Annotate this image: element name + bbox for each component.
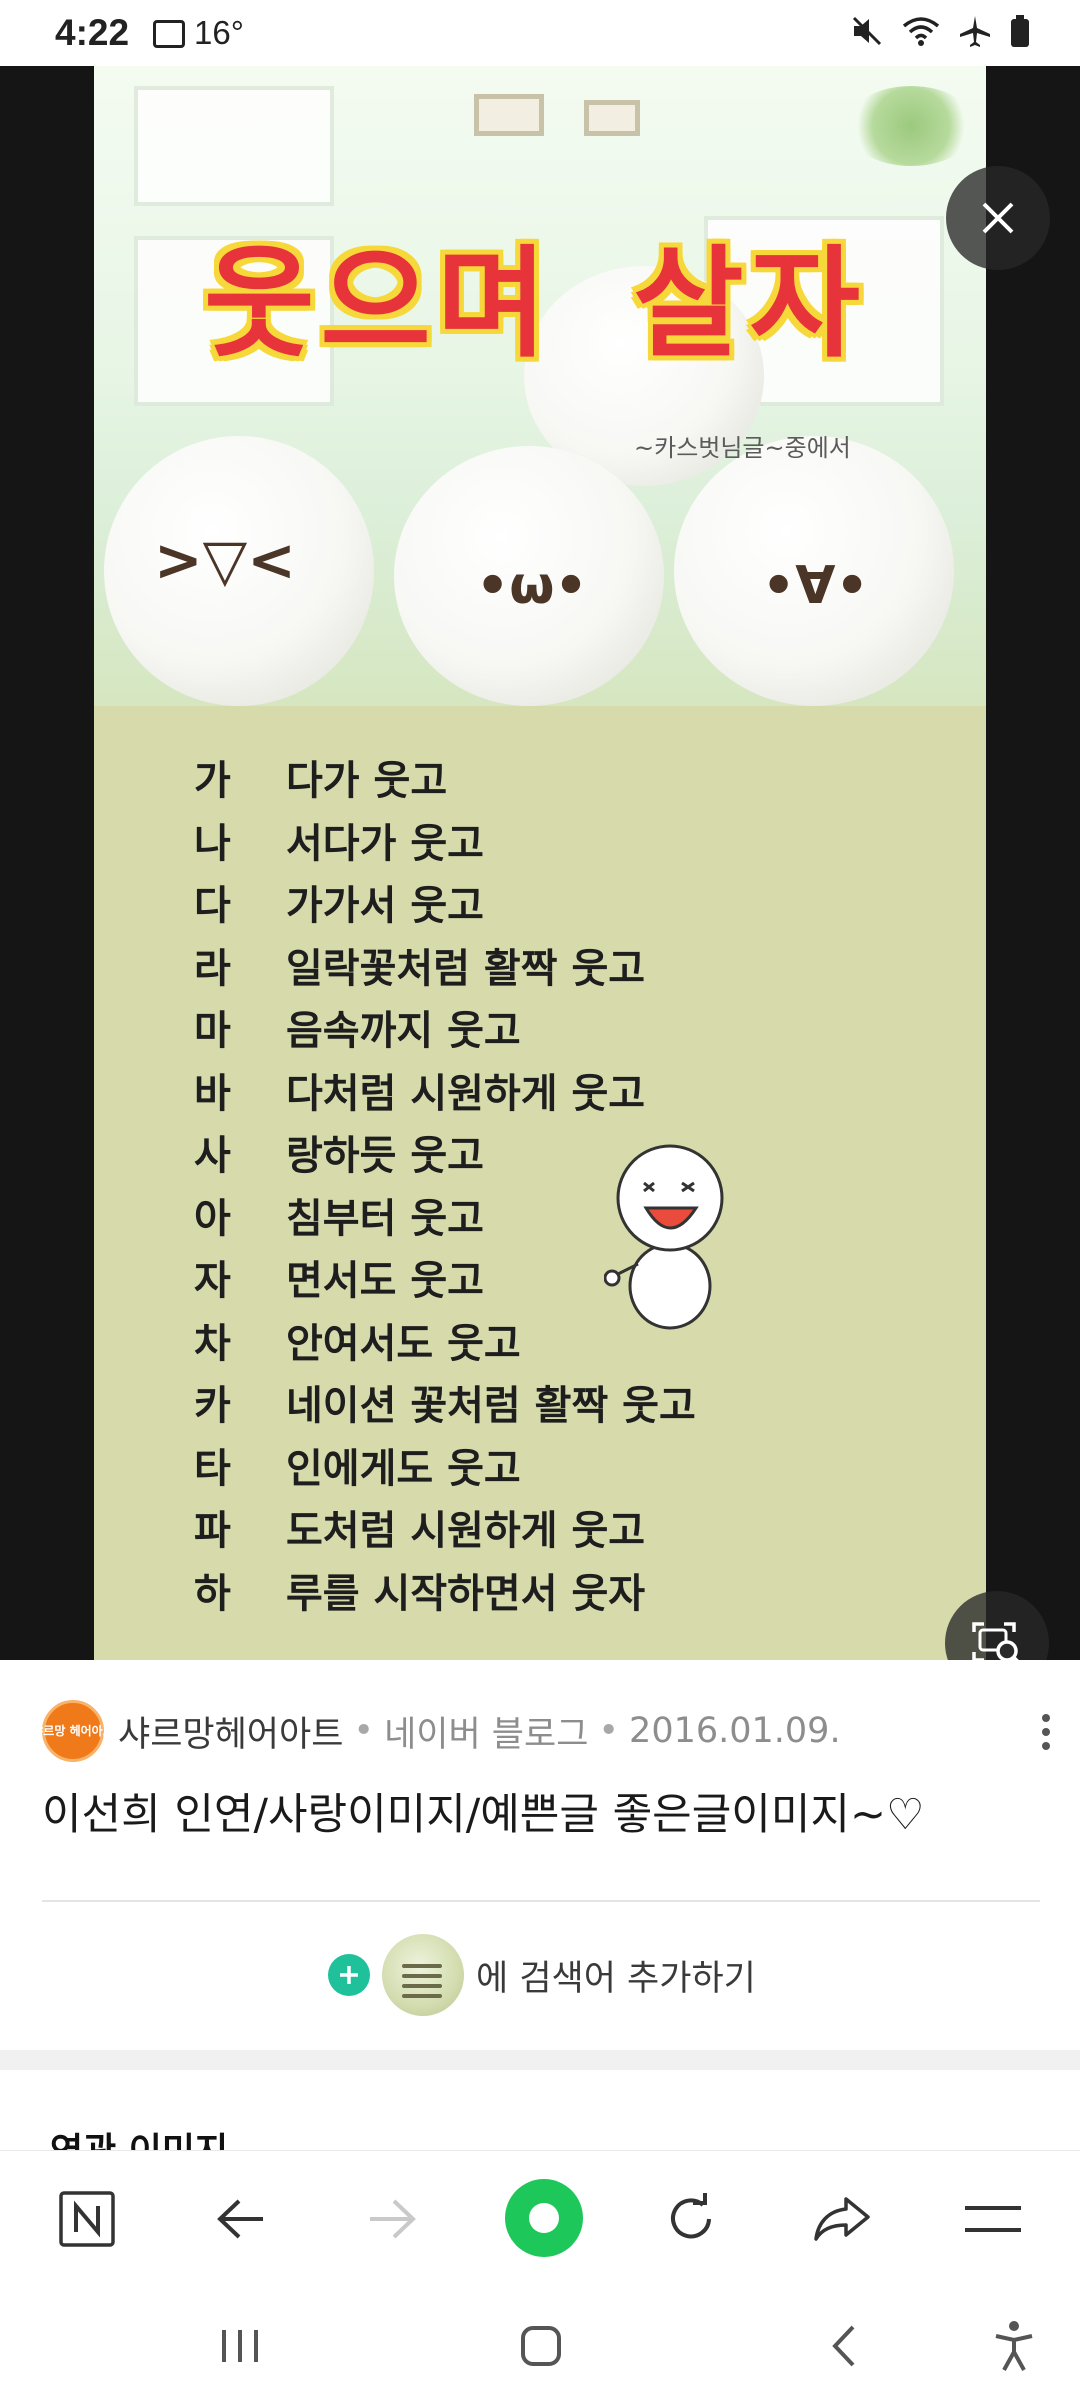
more-options-icon[interactable] — [1040, 1712, 1052, 1752]
image-title[interactable]: 이선희 인연/사랑이미지/예쁜글 좋은글이미지~♡ — [42, 1780, 925, 1842]
refresh-icon — [671, 2193, 711, 2239]
status-time: 4:22 — [55, 12, 130, 53]
separator-dot: • — [598, 1711, 620, 1751]
related-images-title: 연관 이미지 — [50, 2122, 228, 2150]
poster-line: 다 가가서 웃고 — [194, 883, 484, 930]
poster-title-word1: 웃으며 — [204, 235, 554, 374]
airplane-icon — [960, 16, 990, 47]
plus-icon — [328, 1954, 370, 1996]
face-left: >▽< — [154, 526, 296, 594]
poster-title-word2: 살자 — [633, 235, 867, 374]
poster-line: 마 음속까지 웃고 — [194, 1008, 521, 1055]
close-icon — [982, 202, 1014, 234]
divider — [42, 1900, 1040, 1902]
section-separator — [0, 2050, 1080, 2070]
naver-button[interactable] — [57, 2189, 117, 2249]
close-button[interactable] — [946, 166, 1050, 270]
poster-line: 카 네이션 꽃처럼 활짝 웃고 — [194, 1383, 696, 1430]
share-icon — [814, 2197, 870, 2241]
face-middle: •ω• — [476, 556, 588, 616]
related-images-section: 연관 이미지 — [0, 2070, 1080, 2150]
image-viewer[interactable]: >▽< •ω• •∀• 웃으며 살자 ~카스벗님글~중에서 가 다가 웃고 나 서다가… — [0, 66, 1080, 1695]
poster-line: 파 도처럼 시원하게 웃고 — [194, 1508, 646, 1555]
poster-upper-scene: >▽< •ω• •∀• 웃으며 살자 ~카스벗님글~중에서 — [94, 66, 986, 706]
back-button[interactable] — [211, 2189, 271, 2249]
poster-line: 가 다가 웃고 — [194, 758, 448, 805]
battery-icon — [1011, 15, 1029, 47]
poster-line: 라 일락꽃처럼 활짝 웃고 — [194, 945, 646, 992]
menu-button[interactable] — [963, 2189, 1023, 2249]
wifi-icon — [902, 17, 940, 46]
poster-text-area: 가 다가 웃고 나 서다가 웃고 다 가가서 웃고 라 일락꽃처럼 활짝 웃고 마 음속까… — [94, 706, 986, 1660]
system-home-button[interactable] — [511, 2316, 571, 2376]
source-date: 2016.01.09. — [629, 1711, 841, 1751]
poster-line: 바 다처럼 시원하게 웃고 — [194, 1070, 646, 1117]
menu-icon — [965, 2206, 1021, 2232]
add-search-term-label: 에 검색어 추가하기 — [476, 1958, 756, 1999]
forward-button[interactable] — [362, 2189, 422, 2249]
share-button[interactable] — [812, 2189, 872, 2249]
status-icons — [850, 14, 1030, 48]
source-platform: 네이버 블로그 — [384, 1714, 589, 1755]
recents-icon — [222, 2330, 258, 2362]
poster-image[interactable]: >▽< •ω• •∀• 웃으며 살자 ~카스벗님글~중에서 가 다가 웃고 나 서다가… — [94, 66, 986, 1660]
image-info-card: 샤르망 헤어아트 샤르망헤어아트 • 네이버 블로그 • 2016.01.09.… — [0, 1660, 1080, 2050]
poster-line: 나 서다가 웃고 — [194, 820, 484, 867]
poster-line: 타 인에게도 웃고 — [194, 1445, 521, 1492]
home-icon — [529, 2203, 559, 2233]
system-back-button[interactable] — [814, 2316, 874, 2376]
back-icon — [217, 2199, 263, 2239]
search-thumbnail — [382, 1934, 464, 2016]
poster-credit: ~카스벗님글~중에서 — [634, 434, 851, 462]
status-temperature: 16° — [194, 14, 244, 51]
separator-dot: • — [353, 1711, 375, 1751]
poster-line: 하 루를 시작하면서 웃자 — [194, 1570, 646, 1617]
status-bar: 4:22 16° — [0, 0, 1080, 66]
source-row[interactable]: 샤르망 헤어아트 샤르망헤어아트 • 네이버 블로그 • 2016.01.09. — [32, 1700, 841, 1762]
source-logo[interactable]: 샤르망 헤어아트 — [32, 1700, 114, 1762]
naver-icon — [59, 2191, 115, 2247]
gallery-icon — [153, 20, 185, 48]
home-icon — [521, 2326, 561, 2366]
forward-icon — [370, 2199, 416, 2239]
accessibility-button[interactable] — [984, 2316, 1044, 2376]
mute-icon — [852, 16, 882, 46]
recents-button[interactable] — [210, 2316, 270, 2376]
face-right: •∀• — [762, 556, 869, 616]
green-home-button[interactable] — [505, 2179, 583, 2257]
back-icon — [832, 2325, 855, 2367]
laughing-mascot-illustration — [604, 1144, 724, 1330]
system-navigation-bar — [0, 2286, 1080, 2408]
source-name[interactable]: 샤르망헤어아트 — [118, 1706, 343, 1757]
poster-title: 웃으며 살자 — [204, 206, 866, 380]
accessibility-icon — [995, 2321, 1033, 2371]
browser-toolbar — [0, 2150, 1080, 2286]
refresh-button[interactable] — [661, 2189, 721, 2249]
add-search-term-button[interactable]: 에 검색어 추가하기 — [328, 1934, 756, 2016]
